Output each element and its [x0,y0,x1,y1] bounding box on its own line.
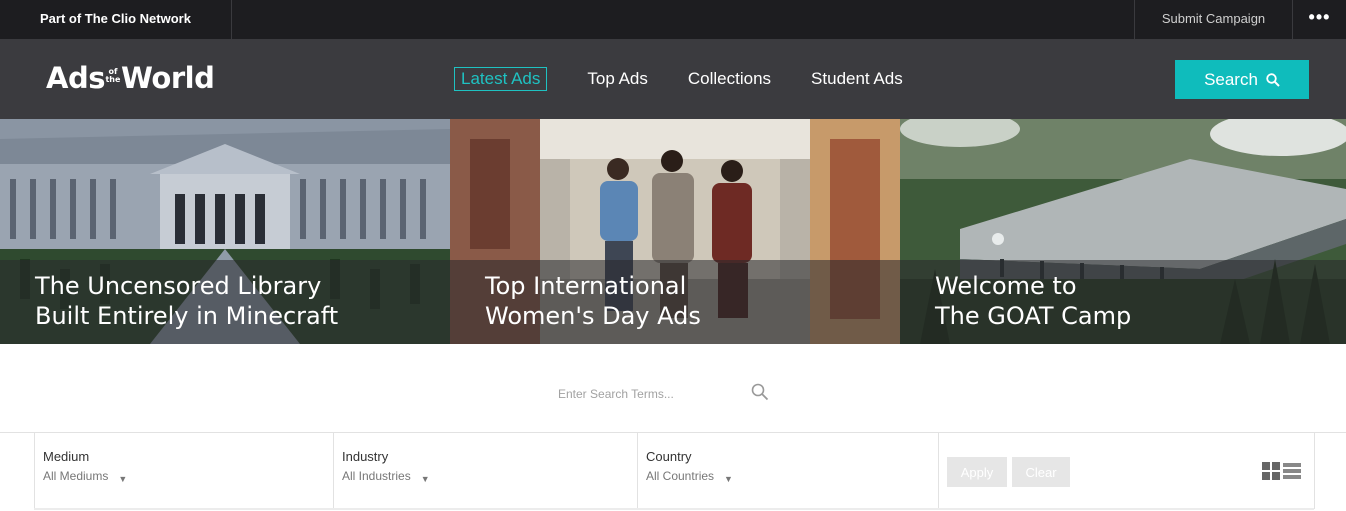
caption-line: Top International [485,272,687,300]
network-bar: Part of The Clio Network Submit Campaign… [0,0,1346,39]
chevron-down-icon: ▼ [420,474,430,484]
divider [231,0,232,39]
featured-tile-goat-camp[interactable]: Welcome to The GOAT Camp [900,119,1346,344]
main-nav: Ads of the World Latest Ads Top Ads Collect… [0,39,1346,119]
search-button[interactable]: Search [1175,60,1309,99]
clio-network-link[interactable]: Part of The Clio Network [40,0,191,39]
chevron-down-icon: ▼ [118,474,128,484]
country-filter[interactable]: Country All Countries ▼ [646,449,733,485]
nav-link-student-ads[interactable]: Student Ads [811,69,903,89]
logo-small-text: of the [105,68,121,84]
medium-filter-label: Medium [43,449,90,464]
submit-campaign-link[interactable]: Submit Campaign [1135,0,1292,39]
divider [34,508,1314,510]
divider [1314,433,1315,509]
search-icon [1266,72,1280,87]
divider [938,433,939,509]
featured-caption[interactable]: Welcome to The GOAT Camp [935,271,1131,331]
featured-caption[interactable]: The Uncensored Library Built Entirely in… [35,271,338,331]
filter-bar: Medium All Mediums ▼ Industry All Industr… [0,432,1346,511]
search-icon[interactable] [751,383,769,401]
search-button-label: Search [1204,69,1258,89]
featured-tile-uncensored-library[interactable]: The Uncensored Library Built Entirely in… [0,119,450,344]
industry-filter-value: All Industries [342,469,411,483]
medium-filter-value: All Mediums [43,469,109,483]
industry-filter[interactable]: Industry All Industries ▼ [342,449,430,485]
site-logo[interactable]: Ads of the World [46,61,215,97]
caption-line: The Uncensored Library [35,272,322,300]
apply-button[interactable]: Apply [947,457,1007,487]
logo-text-ads: Ads [46,61,105,95]
nav-links: Latest Ads Top Ads Collections Student A… [454,67,943,91]
divider [34,433,35,509]
more-menu-icon[interactable]: ••• [1293,0,1346,39]
caption-line: Women's Day Ads [485,302,701,330]
country-filter-label: Country [646,449,692,464]
caption-line: The GOAT Camp [935,302,1132,330]
search-input[interactable] [558,384,748,404]
caption-line: Built Entirely in Minecraft [35,302,339,330]
featured-tile-womens-day[interactable]: Top International Women's Day Ads [450,119,900,344]
featured-carousel: The Uncensored Library Built Entirely in… [0,119,1346,344]
search-row [0,344,1346,432]
country-filter-value: All Countries [646,469,715,483]
logo-small-the: the [105,75,121,84]
nav-link-top-ads[interactable]: Top Ads [587,69,648,89]
clear-button[interactable]: Clear [1012,457,1070,487]
caption-line: Welcome to [935,272,1077,300]
industry-filter-label: Industry [342,449,389,464]
logo-text-world: World [120,61,215,95]
featured-caption[interactable]: Top International Women's Day Ads [485,271,701,331]
medium-filter[interactable]: Medium All Mediums ▼ [43,449,127,485]
divider [637,433,638,509]
divider [333,433,334,509]
nav-link-latest-ads[interactable]: Latest Ads [454,67,548,91]
nav-link-collections[interactable]: Collections [688,69,771,89]
chevron-down-icon: ▼ [724,474,733,484]
grid-list-view-icon[interactable] [1262,462,1302,480]
